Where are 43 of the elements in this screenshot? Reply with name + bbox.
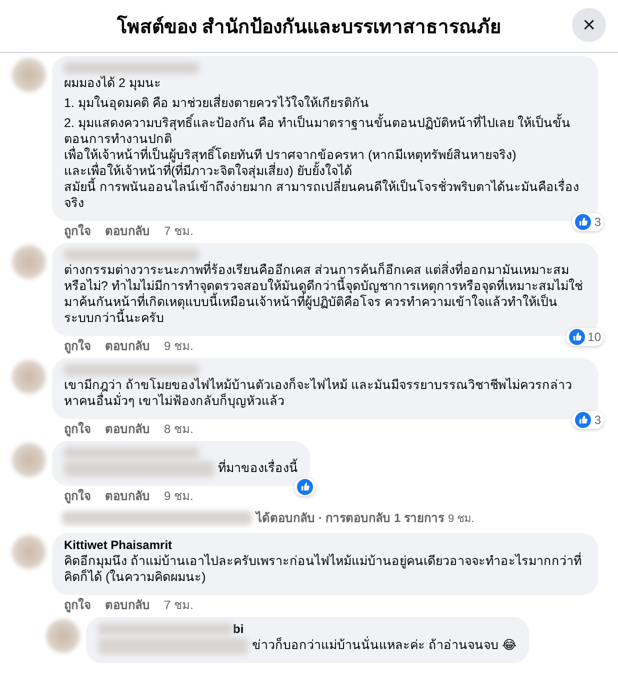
reaction-badge[interactable]: 3 [572,213,604,231]
comment-text: 1. มุมในอุดมคติ คือ มาช่วยเสี่ยงตายควรไว้ใจให้เกียรติกัน [64,95,370,111]
reaction-badge[interactable]: 10 [566,328,604,346]
commenter-name[interactable]: Kittiwet Phaisamrit [64,538,172,552]
reaction-badge[interactable]: 3 [572,411,604,429]
reaction-badge[interactable] [294,478,316,496]
thumbs-up-icon [297,479,313,495]
like-link[interactable]: ถูกใจ [64,224,91,238]
thumbs-up-icon [575,412,592,428]
avatar[interactable] [12,360,46,394]
comment-text: เขามีกฎว่า ถ้าขโมยของไฟไหม้บ้านตัวเองก็จะไฟไหม้ และมันมีจรรยาบรรณวิชาชีพไม่ควรกล่าวหาคนอื่นมั่วๆ เขาไม่ฟ้องกลับก็บุญหัวแล้ว [64,377,573,409]
reply-link[interactable]: ตอบกลับ [105,598,150,612]
reply-link[interactable]: ตอบกลับ [105,489,150,503]
post-title: โพสต์ของ สำนักป้องกันและบรรเทาสาธารณภัย [116,14,502,40]
comment-text: คิดอีกมุมนึง ถ้าแม่บ้านเอาไปละครับเพราะก่อนไฟไหม้แม่บ้านอยู่คนเดียวอาจจะทำอะไรมากกว่าที่คิดก็ได้ (ในความคิดผมนะ) [64,553,582,585]
timestamp: 9 ชม. [164,339,194,353]
like-link[interactable]: ถูกใจ [64,598,91,612]
thumbs-up-icon [568,329,585,345]
comment-text: ต่างกรรมต่างวาระนะภาพที่ร้องเรียนคืออีกเคส ส่วนการค้นก็อีกเคส แต่สิ่งที่ออกมามันเหมาะสมหรือไม่? ทำไมไม่มีการทำจุดตรวจสอบให้มันดูดีกว่านี้จุดบัญชาการเหตุการหรือจุดที่เหมาะสมไม่ใช่มาค้นกันหน้าที่เกิดเหตุแบบนี้เหมือนเจ้าหน้าที่ผู้ปฏิบัติคือโจร ควรทำความเข้าใจแล้วทำให้เป็นระบบกว่านี้นะครับ [64,262,584,326]
like-link[interactable]: ถูกใจ [64,489,91,503]
timestamp: 8 ชม. [164,422,194,436]
close-button[interactable]: × [572,8,606,42]
comment-text: 2. มุมแสดงความบริสุทธิ์และป้องกัน คือ ทำเป็นมาตราฐานขั้นตอนปฏิบัติหน้าที่ไปเลย ให้เป็นขั้นตอนการทำงานปกติ เพื่อให้เจ้าหน้าที่เป็นผู้บริสุทธิ์โดยทันที ปราศจากข้อครหา (หากมีเหตุทรัพย์สินหายจริง) และเพื่อให้เจ้าหน้าที่(ที่มีภาวะจิตใจสุ่มเสี่ยง) ยับยั้งใจได้ สมัยนี้ การพนันออนไลน์เข้าถึงง่ายมาก สามารถเปลี่ยนคนดีให้เป็นโจรชั่วพริบตาได้นะมันคือเรื่องจริง [64,115,586,211]
avatar[interactable] [46,619,80,653]
timestamp: 7 ชม. [164,224,194,238]
reply-link[interactable]: ตอบกลับ [105,422,150,436]
reply-link[interactable]: ตอบกลับ [105,224,150,238]
like-link[interactable]: ถูกใจ [64,339,91,353]
comment-text: ที่มาของเรื่องนี้ [218,460,298,476]
timestamp: 9 ชม. [448,512,474,526]
thumbs-up-icon [575,214,592,230]
timestamp: 9 ชม. [164,489,194,503]
avatar[interactable] [12,58,46,92]
avatar[interactable] [12,535,46,569]
like-link[interactable]: ถูกใจ [64,422,91,436]
reply-link[interactable]: ตอบกลับ [105,339,150,353]
commenter-name[interactable]: bi [233,622,244,636]
avatar[interactable] [12,245,46,279]
timestamp: 7 ชม. [164,598,194,612]
avatar[interactable] [12,443,46,477]
replies-link[interactable]: ได้ตอบกลับ · การตอบกลับ 1 รายการ [256,508,444,527]
comment-text: ข่าวก็บอกว่าแม่บ้านนั่นแหละค่ะ ถ้าอ่านจนจบ 😂 [252,637,517,653]
comment-text: ผมมองได้ 2 มุมนะ [64,75,162,91]
